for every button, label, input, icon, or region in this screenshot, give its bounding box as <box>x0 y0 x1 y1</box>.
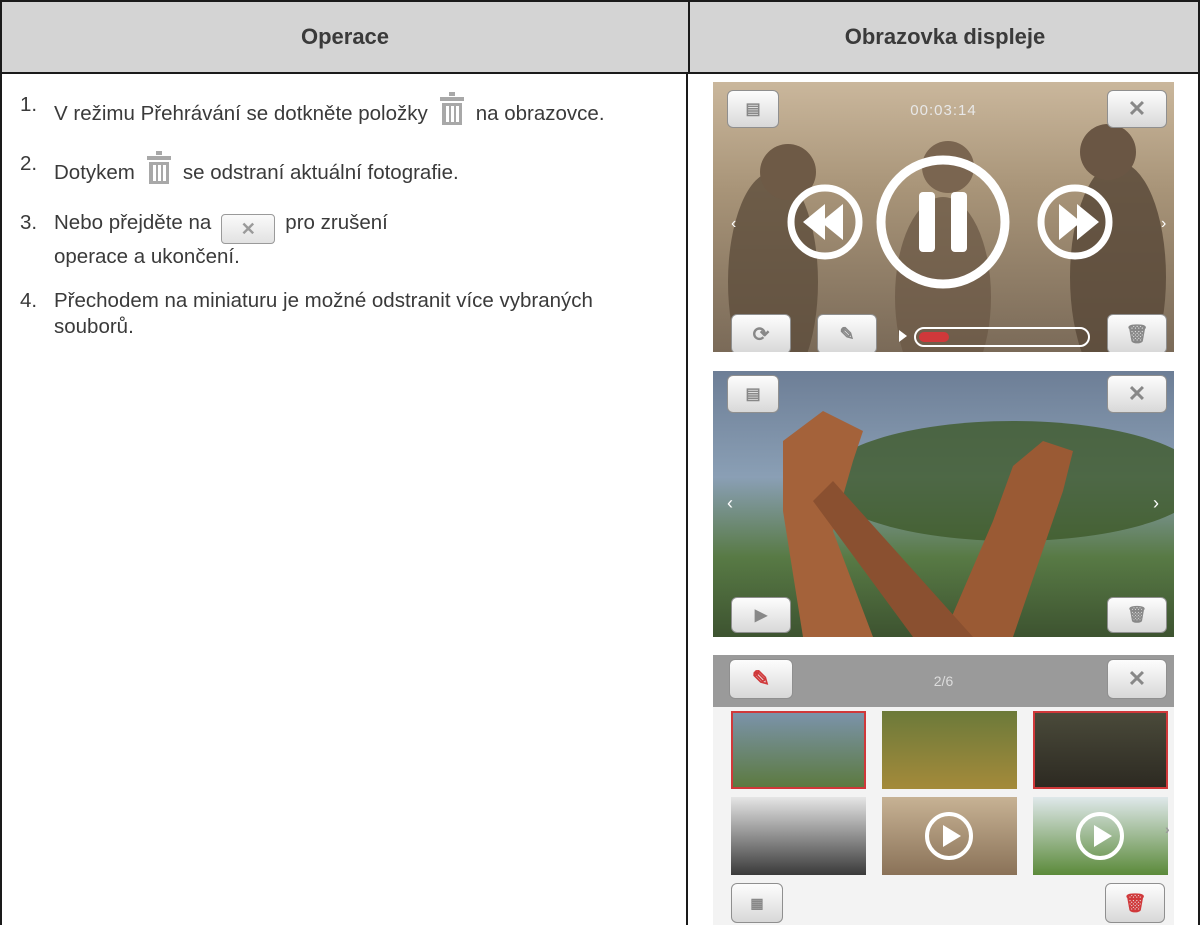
screen-thumbnails: ✎ 2/6 ✕ › ▦ 🗑 <box>713 655 1174 925</box>
operation-table: Operace Obrazovka displeje 1. V režimu P… <box>0 0 1200 925</box>
left-arrow-icon: ‹ <box>727 493 733 513</box>
close-button-icon: ✕ <box>221 214 276 244</box>
step-4: 4. Přechodem na miniaturu je možné odstr… <box>20 289 593 338</box>
close-icon[interactable]: ✕ <box>1107 375 1167 413</box>
edit-icon[interactable]: ✎ <box>817 314 877 352</box>
right-arrow-icon[interactable]: › <box>1165 821 1170 837</box>
steps-list: 1. V režimu Přehrávání se dotkněte polož… <box>20 92 670 358</box>
playback-controls: ‹ › <box>731 155 1166 289</box>
header-obrazovka: Obrazovka displeje <box>844 24 1046 49</box>
trash-icon[interactable]: 🗑 <box>1105 883 1165 923</box>
progress-bar[interactable] <box>897 324 1097 352</box>
thumbnail-cheetah[interactable] <box>882 711 1017 789</box>
table-header: Operace Obrazovka displeje <box>0 0 1200 74</box>
screen-photo-view: ‹ › ▤ ✕ ▶ 🗑 <box>713 371 1174 637</box>
header-operace: Operace <box>300 24 390 49</box>
thumbnail-meerkats-video[interactable] <box>882 797 1017 875</box>
step-3: 3. Nebo přejděte na ✕ pro zrušení operace … <box>20 211 388 268</box>
trash-icon[interactable]: 🗑 <box>1107 597 1167 633</box>
slideshow-icon[interactable]: ▶ <box>731 597 791 633</box>
screen-video-playback: ▤ 00:03:14 ✕ ‹ › ⟳ ✎ 🗑 <box>713 82 1174 352</box>
trash-icon <box>439 92 464 133</box>
thumbnail-elephant-video[interactable] <box>1033 797 1168 875</box>
thumbnail-monkey[interactable] <box>1033 711 1168 789</box>
thumbnail-pandas[interactable] <box>731 797 866 875</box>
view-mode-icon[interactable]: ▦ <box>731 883 783 923</box>
step-2: 2. Dotykem se odstraní aktuální fotografi… <box>20 151 670 192</box>
trash-icon[interactable]: 🗑 <box>1107 314 1167 352</box>
thumbnail-giraffes[interactable] <box>731 711 866 789</box>
play-icon <box>925 812 973 860</box>
trash-icon <box>146 151 171 192</box>
page-counter: 2/6 <box>933 673 954 689</box>
rotate-icon[interactable]: ⟳ <box>731 314 791 352</box>
svg-text:›: › <box>1161 215 1166 232</box>
play-icon <box>1076 812 1124 860</box>
right-arrow-icon: › <box>1153 493 1159 513</box>
close-icon[interactable]: ✕ <box>1107 659 1167 699</box>
svg-text:‹: ‹ <box>731 215 736 232</box>
step-1: 1. V režimu Přehrávání se dotkněte polož… <box>20 92 670 133</box>
album-icon[interactable]: ▤ <box>727 375 779 413</box>
